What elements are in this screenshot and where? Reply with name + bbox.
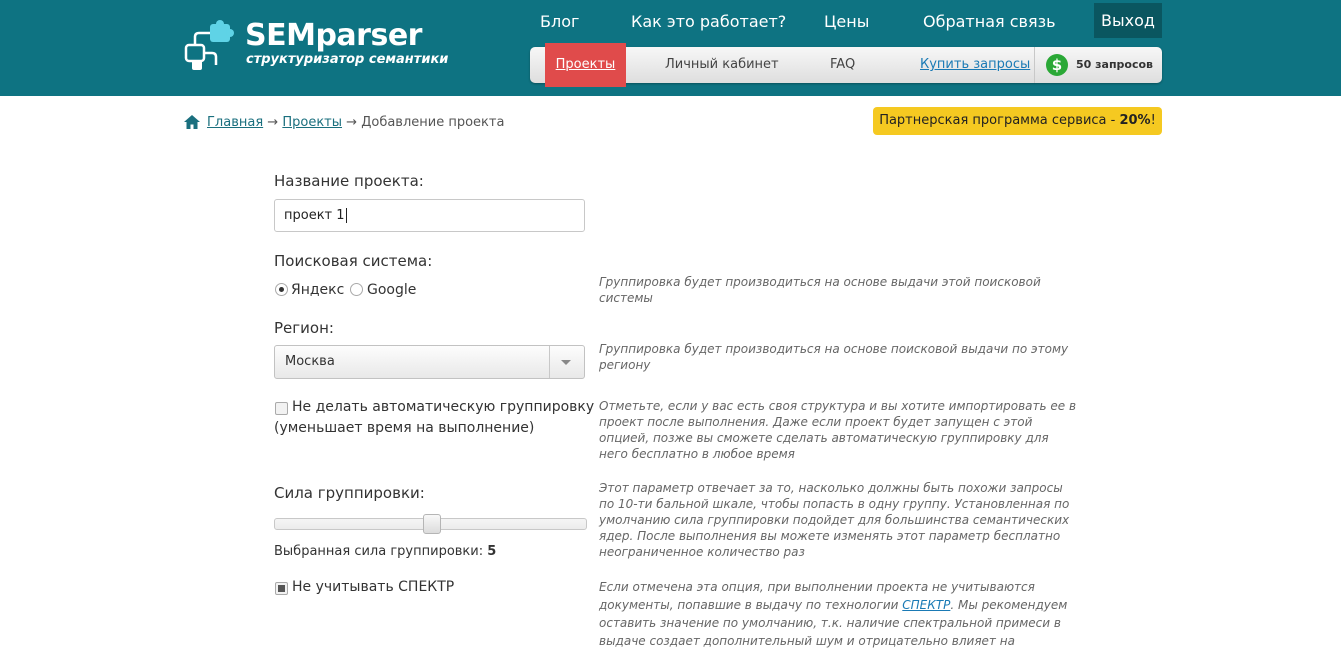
nav-prices-link[interactable]: Цены [824,12,869,31]
breadcrumb-separator: → [267,115,279,130]
site-header: SEMparser структуризатор семантики Блог … [0,0,1341,96]
spektr-link[interactable]: СПЕКТР [902,598,950,612]
tab-faq[interactable]: FAQ [830,47,855,83]
home-icon[interactable] [183,114,201,130]
slider-handle[interactable] [423,514,441,534]
ignore-spektr-checkbox[interactable] [275,582,288,595]
project-name-input[interactable]: проект 1 [274,199,585,232]
dollar-coin-icon: $ [1046,54,1068,76]
search-engine-hint: Группировка будет производиться на основ… [599,275,1041,305]
radio-google[interactable] [350,283,363,296]
buy-requests-link[interactable]: Купить запросы [920,47,1030,83]
region-hint: Группировка будет производиться на основ… [599,342,1069,372]
breadcrumb-separator: → [346,115,358,130]
sub-navigation: Проекты Личный кабинет FAQ Купить запрос… [530,43,1162,87]
requests-balance: 50 запросов [1076,58,1154,71]
puzzle-logo-icon [184,20,234,70]
no-auto-grouping-hint: Отметьте, если у вас есть своя структура… [599,399,1077,461]
subnav-divider [1034,47,1035,83]
project-name-label: Название проекта: [274,172,424,190]
region-value: Москва [285,354,335,369]
partner-program-banner[interactable]: Партнерская программа сервиса - 20%! [873,107,1162,135]
tab-projects[interactable]: Проекты [545,43,626,87]
radio-yandex[interactable] [275,283,288,296]
partner-text: Партнерская программа сервиса - [879,113,1120,128]
region-select[interactable]: Москва [274,345,585,379]
partner-percent: 20% [1119,113,1151,128]
nav-how-link[interactable]: Как это работает? [631,12,786,31]
grouping-strength-label: Сила группировки: [274,484,425,502]
nav-blog-link[interactable]: Блог [540,12,579,31]
breadcrumb-projects-link[interactable]: Проекты [282,115,342,130]
no-auto-grouping-label[interactable]: Не делать автоматическую группировку [292,399,594,415]
region-label: Регион: [274,319,334,337]
no-auto-grouping-sublabel: (уменьшает время на выполнение) [274,420,535,436]
nav-feedback-link[interactable]: Обратная связь [923,12,1056,31]
ignore-spektr-label[interactable]: Не учитывать СПЕКТР [292,579,454,595]
radio-yandex-label[interactable]: Яндекс [291,281,344,299]
partner-suffix: ! [1150,113,1156,128]
project-name-value: проект 1 [284,208,345,223]
text-caret [345,208,347,223]
breadcrumb-current: Добавление проекта [361,115,505,130]
selected-strength-value: 5 [487,544,497,559]
selected-strength: Выбранная сила группировки: 5 [274,544,496,559]
grouping-strength-hint: Этот параметр отвечает за то, насколько … [599,481,1070,559]
exit-button[interactable]: Выход [1094,3,1162,38]
chevron-down-icon [561,360,571,365]
ignore-spektr-hint: Если отмечена эта опция, при выполнении … [599,578,1079,650]
search-engine-label: Поисковая система: [274,252,433,270]
brand-name: SEMparser [245,18,422,53]
tab-cabinet[interactable]: Личный кабинет [665,47,779,83]
breadcrumb-home-link[interactable]: Главная [207,115,263,130]
selected-strength-label: Выбранная сила группировки: [274,544,488,559]
no-auto-grouping-checkbox[interactable] [275,402,288,415]
radio-google-label[interactable]: Google [367,281,416,299]
select-divider [549,346,550,378]
brand-tagline: структуризатор семантики [246,52,449,67]
logo[interactable]: SEMparser структуризатор семантики [182,18,462,74]
